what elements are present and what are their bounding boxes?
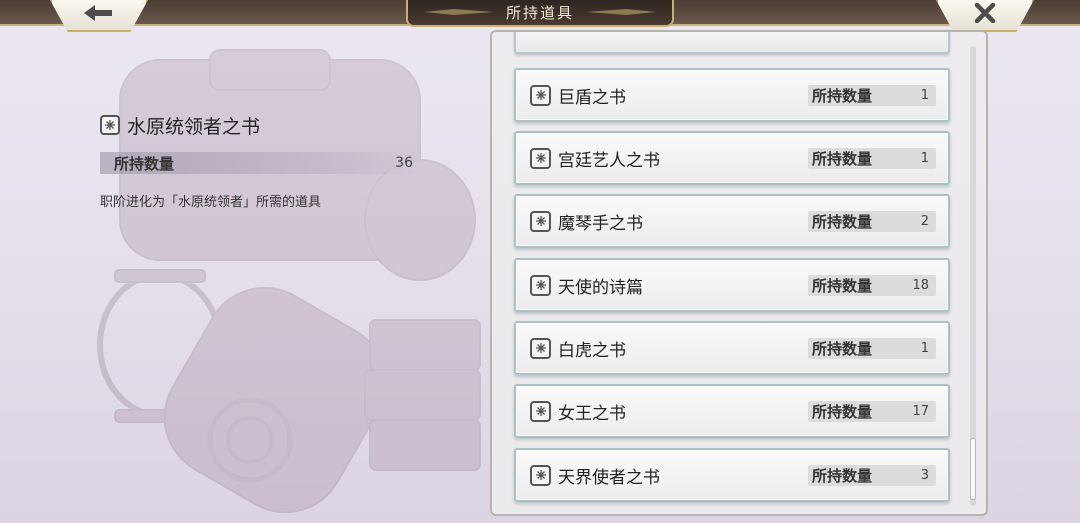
item-name: 白虎之书 [558, 340, 626, 361]
books-shape [369, 319, 481, 371]
list-item[interactable]: 天使的诗篇 所持数量 18 [514, 258, 950, 312]
item-quantity-value: 1 [920, 151, 929, 166]
item-quantity-value: 18 [912, 278, 929, 293]
book-icon [100, 115, 120, 135]
list-item[interactable]: 魔琴手之书 所持数量 2 [514, 194, 950, 248]
item-name: 宫廷艺人之书 [558, 150, 660, 171]
item-quantity: 所持数量 1 [808, 338, 936, 359]
scrollbar-track[interactable] [970, 46, 976, 506]
item-quantity: 所持数量 17 [808, 401, 936, 422]
detail-quantity-value: 36 [395, 155, 413, 171]
arrow-left-icon [84, 5, 112, 21]
list-item[interactable]: 巨盾之书 所持数量 1 [514, 68, 950, 122]
book-icon [530, 274, 551, 296]
ornament-left-icon [424, 9, 494, 15]
item-quantity: 所持数量 3 [808, 465, 936, 486]
item-quantity-value: 3 [920, 468, 929, 483]
item-quantity-label: 所持数量 [812, 150, 873, 168]
list-item-partial[interactable] [514, 32, 950, 54]
item-quantity-value: 1 [920, 341, 929, 356]
item-list: 巨盾之书 所持数量 1 宫廷艺人之书 所持数量 1 魔琴手之书 所持数量 2 天… [514, 32, 950, 514]
item-quantity-label: 所持数量 [812, 467, 873, 485]
item-quantity: 所持数量 1 [808, 85, 936, 106]
item-quantity-label: 所持数量 [812, 277, 873, 295]
item-name: 天界使者之书 [558, 467, 660, 488]
detail-description: 职阶进化为「水原统领者」所需的道具 [100, 195, 322, 210]
book-icon [530, 337, 551, 359]
list-item[interactable]: 女王之书 所持数量 17 [514, 384, 950, 438]
item-quantity-label: 所持数量 [812, 403, 873, 421]
item-quantity-label: 所持数量 [812, 340, 873, 358]
book-icon [530, 464, 551, 486]
item-detail-panel: 水原统领者之书 所持数量 36 职阶进化为「水原统领者」所需的道具 [100, 112, 422, 210]
book-icon [530, 210, 551, 232]
item-quantity-label: 所持数量 [812, 213, 873, 231]
detail-header: 水原统领者之书 [100, 112, 422, 138]
item-quantity: 所持数量 18 [808, 275, 936, 296]
item-name: 女王之书 [558, 403, 626, 424]
detail-item-name: 水原统领者之书 [127, 115, 261, 138]
list-item[interactable]: 白虎之书 所持数量 1 [514, 321, 950, 375]
detail-quantity-bar: 所持数量 36 [100, 152, 422, 174]
list-item[interactable]: 天界使者之书 所持数量 3 [514, 448, 950, 502]
close-x-icon [974, 3, 996, 23]
item-quantity: 所持数量 1 [808, 148, 936, 169]
item-name: 魔琴手之书 [558, 213, 643, 234]
list-item[interactable]: 宫廷艺人之书 所持数量 1 [514, 131, 950, 185]
page-title: 所持道具 [505, 4, 574, 22]
item-list-panel[interactable]: 巨盾之书 所持数量 1 宫廷艺人之书 所持数量 1 魔琴手之书 所持数量 2 天… [490, 30, 988, 516]
item-quantity-value: 17 [912, 404, 929, 419]
detail-quantity-label: 所持数量 [114, 154, 175, 173]
book-icon [530, 147, 551, 169]
item-name: 巨盾之书 [558, 87, 626, 108]
ornament-right-icon [586, 9, 656, 15]
item-quantity-value: 1 [920, 88, 929, 103]
scrollbar-thumb[interactable] [970, 438, 976, 500]
book-icon [530, 84, 551, 106]
title-plate: 所持道具 [406, 0, 674, 27]
item-quantity-value: 2 [920, 214, 929, 229]
item-quantity: 所持数量 2 [808, 211, 936, 232]
item-quantity-label: 所持数量 [812, 87, 873, 105]
book-icon [530, 400, 551, 422]
item-name: 天使的诗篇 [558, 277, 643, 298]
